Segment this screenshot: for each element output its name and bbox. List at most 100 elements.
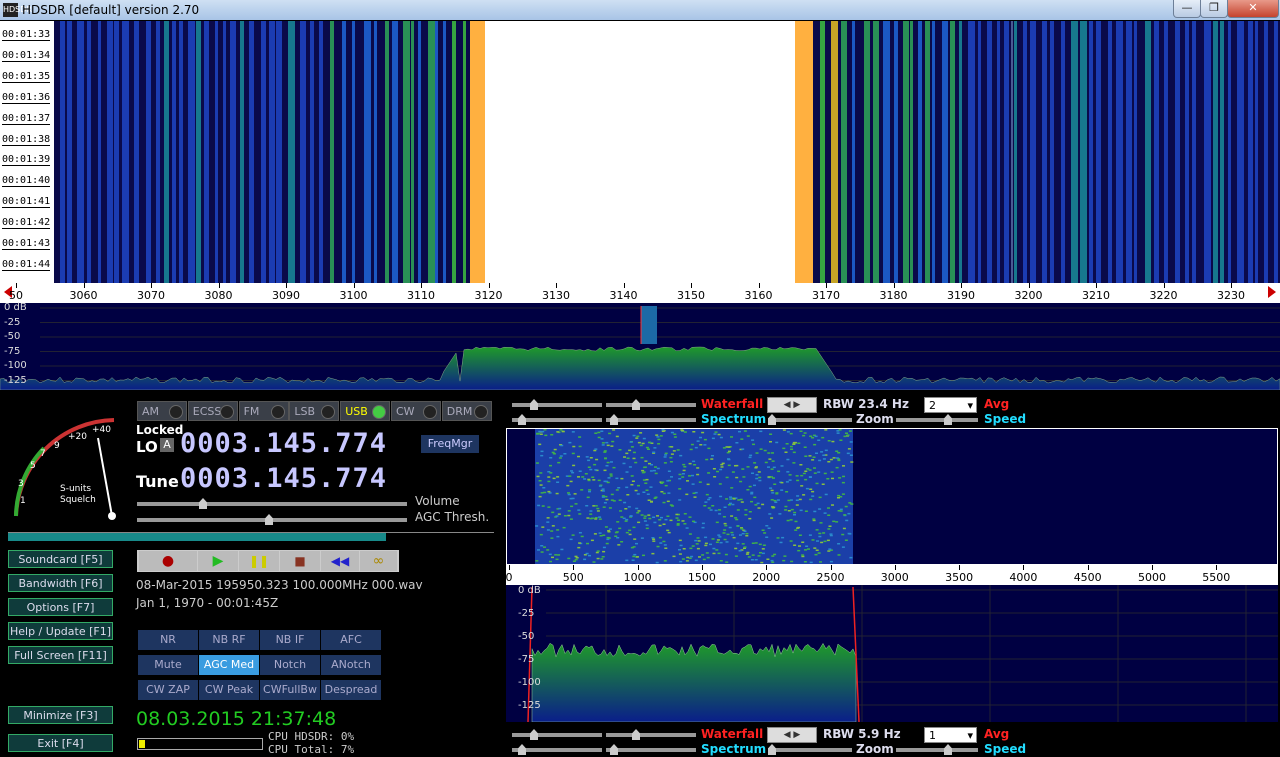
- bottom-waterfall-slider-2[interactable]: [606, 729, 696, 740]
- mode-button-usb[interactable]: USB: [340, 401, 391, 421]
- main-spectrum[interactable]: 0 dB -25 -50 -75 -100 -125: [0, 302, 1280, 390]
- dsp-button-mute[interactable]: Mute: [138, 655, 198, 675]
- zoom-waterfall-display[interactable]: [507, 429, 1277, 564]
- scroll-right-arrow-icon[interactable]: [1268, 286, 1276, 298]
- bottom-spectrum-slider-1-knob[interactable]: [518, 744, 526, 755]
- zoom-waterfall-pixel: [643, 515, 647, 517]
- bottom-speed-slider[interactable]: [896, 744, 978, 755]
- tune-frequency[interactable]: 0003.145.774: [180, 463, 387, 494]
- bottom-rbw-stepper[interactable]: ◀ ▶: [767, 727, 817, 743]
- dsp-button-cw-zap[interactable]: CW ZAP: [138, 680, 198, 700]
- top-waterfall-slider-1-knob[interactable]: [530, 399, 538, 410]
- zoom-waterfall-pixel: [824, 493, 828, 496]
- mode-button-cw[interactable]: CW: [391, 401, 441, 421]
- dsp-button-notch[interactable]: Notch: [260, 655, 320, 675]
- zoom-waterfall[interactable]: [506, 428, 1278, 565]
- side-button-6[interactable]: Exit [F4]: [8, 734, 113, 752]
- zoom-waterfall-pixel: [794, 529, 798, 531]
- mode-button-drm[interactable]: DRM: [441, 401, 492, 421]
- dsp-button-cwfullbw[interactable]: CWFullBw: [260, 680, 320, 700]
- dsp-button-nb-rf[interactable]: NB RF: [199, 630, 259, 650]
- spectrum-plot[interactable]: [0, 303, 1280, 390]
- dsp-button-afc[interactable]: AFC: [321, 630, 381, 650]
- volume-slider-knob[interactable]: [199, 498, 207, 509]
- zoom-waterfall-pixel: [651, 537, 655, 539]
- lo-a-badge[interactable]: A: [160, 438, 174, 452]
- bottom-waterfall-slider-1[interactable]: [512, 729, 602, 740]
- zoom-spectrum[interactable]: 0 dB -25 -50 -75 -100 -125: [506, 585, 1278, 722]
- top-spectrum-slider-2[interactable]: [606, 414, 696, 425]
- top-spectrum-slider-2-knob[interactable]: [610, 414, 618, 425]
- tune-marker[interactable]: [641, 306, 657, 344]
- close-window-button[interactable]: ✕: [1227, 0, 1279, 18]
- zoom-waterfall-pixel: [678, 539, 682, 542]
- bottom-avg-dropdown[interactable]: 1 ▾: [924, 727, 977, 743]
- bottom-zoom-slider[interactable]: [768, 744, 852, 755]
- top-waterfall-slider-2[interactable]: [606, 399, 696, 410]
- stop-button[interactable]: ■: [280, 551, 320, 571]
- zoom-waterfall-pixel: [827, 461, 831, 463]
- play-button[interactable]: ▶: [198, 551, 238, 571]
- top-avg-dropdown[interactable]: 2 ▾: [924, 397, 977, 413]
- top-zoom-slider-knob[interactable]: [768, 414, 776, 425]
- top-waterfall-slider-2-knob[interactable]: [632, 399, 640, 410]
- bottom-waterfall-slider-1-knob[interactable]: [530, 729, 538, 740]
- side-button-5[interactable]: Minimize [F3]: [8, 706, 113, 724]
- mode-button-lsb[interactable]: LSB: [289, 401, 340, 421]
- loop-button[interactable]: ∞: [360, 551, 397, 571]
- dsp-button-nr[interactable]: NR: [138, 630, 198, 650]
- side-button-1[interactable]: Bandwidth [F6]: [8, 574, 113, 592]
- bottom-speed-slider-knob[interactable]: [944, 744, 952, 755]
- top-spectrum-slider-1-knob[interactable]: [518, 414, 526, 425]
- frequency-axis[interactable]: 50 3060 3070 3080 3090 3100 3110 3120 3130 3140 31…: [0, 283, 1280, 303]
- side-button-0[interactable]: Soundcard [F5]: [8, 550, 113, 568]
- dsp-button-despread[interactable]: Despread: [321, 680, 381, 700]
- zoom-spectrum-plot[interactable]: [506, 585, 1278, 722]
- agc-threshold-slider-knob[interactable]: [265, 514, 273, 525]
- bottom-spectrum-slider-2-knob[interactable]: [610, 744, 618, 755]
- dsp-button-agc-med[interactable]: AGC Med: [199, 655, 259, 675]
- dsp-button-nb-if[interactable]: NB IF: [260, 630, 320, 650]
- bottom-spectrum-slider-2[interactable]: [606, 744, 696, 755]
- main-waterfall[interactable]: 00:01:33 00:01:34 00:01:35 00:01:36 00:01:37…: [0, 21, 1280, 283]
- top-rbw-stepper[interactable]: ◀ ▶: [767, 397, 817, 413]
- bottom-zoom-slider-knob[interactable]: [768, 744, 776, 755]
- dsp-button-anotch[interactable]: ANotch: [321, 655, 381, 675]
- top-speed-slider[interactable]: [896, 414, 978, 425]
- waterfall-display[interactable]: [54, 21, 1280, 283]
- pause-button[interactable]: ❚❚: [239, 551, 279, 571]
- record-button[interactable]: ●: [139, 551, 197, 571]
- zoom-waterfall-pixel: [765, 525, 769, 527]
- zoom-waterfall-pixel: [656, 515, 659, 517]
- top-speed-slider-knob[interactable]: [944, 414, 952, 425]
- volume-label: Volume: [415, 494, 460, 508]
- agc-threshold-slider[interactable]: [137, 514, 407, 525]
- bottom-spectrum-slider-1[interactable]: [512, 744, 602, 755]
- side-button-2[interactable]: Options [F7]: [8, 598, 113, 616]
- zoom-waterfall-pixel: [670, 446, 674, 448]
- top-spectrum-slider-1[interactable]: [512, 414, 602, 425]
- lo-frequency[interactable]: 0003.145.774: [180, 428, 387, 459]
- zoom-waterfall-pixel: [804, 549, 807, 551]
- bottom-waterfall-slider-2-knob[interactable]: [632, 729, 640, 740]
- mode-button-ecss[interactable]: ECSS: [187, 401, 238, 421]
- zoom-freq-tick: [1216, 565, 1218, 570]
- rewind-button[interactable]: ◀◀: [321, 551, 359, 571]
- top-zoom-slider[interactable]: [768, 414, 852, 425]
- top-zoom-label: Zoom: [856, 412, 894, 426]
- minimize-window-button[interactable]: —: [1173, 0, 1201, 18]
- zoom-waterfall-pixel: [753, 496, 757, 499]
- freqmgr-button[interactable]: FreqMgr: [421, 435, 479, 453]
- restore-window-button[interactable]: ❐: [1200, 0, 1228, 18]
- side-button-3[interactable]: Help / Update [F1]: [8, 622, 113, 640]
- side-button-4[interactable]: Full Screen [F11]: [8, 646, 113, 664]
- dsp-button-cw-peak[interactable]: CW Peak: [199, 680, 259, 700]
- volume-slider[interactable]: [137, 498, 407, 509]
- mode-button-am[interactable]: AM: [137, 401, 187, 421]
- control-panel: 1 3 5 7 9 +20 +40 S-units Squelch AM ECSS…: [0, 392, 505, 757]
- waterfall-stripe: [1248, 21, 1253, 283]
- top-waterfall-slider-1[interactable]: [512, 399, 602, 410]
- zoom-waterfall-pixel: [829, 560, 833, 563]
- mode-button-fm[interactable]: FM: [238, 401, 289, 421]
- zoom-frequency-axis[interactable]: 0 500 1000 1500 2000 2500 3000 3500 4000 4500 5000…: [506, 565, 1278, 585]
